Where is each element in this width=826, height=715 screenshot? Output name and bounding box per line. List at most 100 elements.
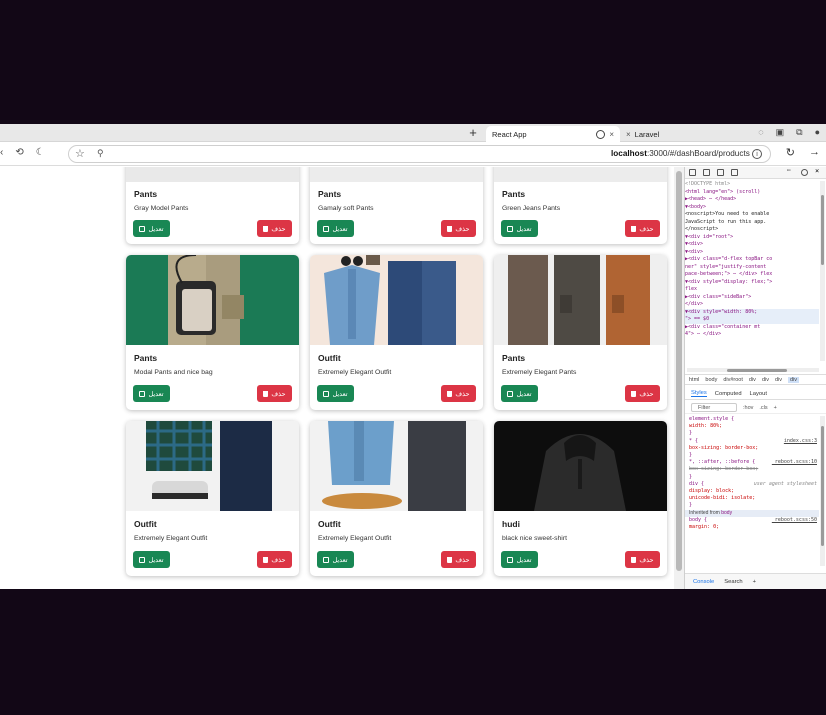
breadcrumb-item[interactable]: body [705,377,717,383]
style-rule-line[interactable]: display: block; [685,488,819,495]
breadcrumb-item[interactable]: div [749,377,756,383]
edit-button[interactable]: تعديل [133,220,170,237]
tab-layout[interactable]: Layout [750,391,767,397]
dom-node-line[interactable]: ▶<head> ⋯ </head> [685,196,819,204]
profile-icon[interactable]: ● [815,127,820,138]
breadcrumb-item[interactable]: html [689,377,699,383]
styles-scrollbar[interactable] [820,416,825,566]
style-rule-line[interactable]: unicode-bidi: isolate; [685,495,819,502]
edit-button[interactable]: تعديل [501,220,538,237]
delete-button[interactable]: حذف [625,551,660,568]
dom-scrollbar[interactable] [820,181,825,361]
delete-button[interactable]: حذف [625,385,660,402]
dom-node-line[interactable]: </div> [685,301,819,309]
style-rule-line[interactable]: } [685,474,819,481]
close-icon[interactable]: × [626,130,631,139]
dom-node-line[interactable]: 4"> ⋯ </div> [685,331,819,339]
dom-tree[interactable]: <!DOCTYPE html> <html lang="en"> (scroll)… [685,181,819,367]
tab-react-app[interactable]: React App × [486,126,620,142]
forward-icon[interactable]: → [809,146,820,159]
dom-node-line[interactable]: ▶<div class="sideBar"> [685,294,819,302]
delete-button[interactable]: حذف [441,551,476,568]
dom-node-line[interactable]: ner" style="justify-content [685,264,819,272]
copilot-icon[interactable]: ◌ [758,127,763,138]
browser-essentials-icon[interactable]: ☾ [36,147,45,158]
delete-button[interactable]: حذف [441,385,476,402]
edit-button[interactable]: تعديل [317,220,354,237]
drawer-tab-search[interactable]: Search [724,579,742,585]
dom-node-line[interactable]: ▼<div style="display: flex;"> [685,279,819,287]
drawer-tab-console[interactable]: Console [693,579,714,585]
scrollbar-thumb[interactable] [821,195,824,265]
dom-hscrollbar[interactable] [687,368,819,372]
back-icon[interactable]: ‹ [0,147,3,158]
dom-node-line[interactable]: <!DOCTYPE html> [685,181,819,189]
edit-button[interactable]: تعديل [501,385,538,402]
style-rule-line[interactable]: body {_reboot.scss:50 [685,517,819,524]
dom-node-line[interactable]: </noscript> [685,226,819,234]
info-icon[interactable]: i [752,149,762,159]
dom-node-line[interactable]: <noscript>You need to enable [685,211,819,219]
reading-icon[interactable]: ⟲ [15,147,23,158]
previous-tab-area[interactable] [0,126,484,142]
help-icon[interactable] [801,169,808,176]
style-rule-line[interactable]: width: 80%; [685,423,819,430]
dom-node-line[interactable]: ▶<div class="container mt [685,324,819,332]
style-rule-line[interactable]: margin: 0; [685,524,819,531]
page-scrollbar[interactable] [674,167,684,589]
more-icon[interactable]: ⋯ [787,167,794,174]
close-icon[interactable]: × [609,130,614,139]
edit-button[interactable]: تعديل [317,551,354,568]
dom-node-line[interactable]: ▼<div> [685,241,819,249]
breadcrumb-item[interactable]: div [788,376,800,383]
delete-button[interactable]: حذف [257,220,292,237]
delete-button[interactable]: حذف [441,220,476,237]
console-icon[interactable] [731,169,738,176]
hov-toggle[interactable]: :hov [743,405,753,411]
add-drawer-tab-button[interactable]: + [753,579,756,585]
style-rule-line[interactable]: box-sizing: border-box; [685,466,819,473]
tab-computed[interactable]: Computed [715,391,742,397]
filter-input[interactable]: Filter [691,403,737,412]
elements-icon[interactable] [717,169,724,176]
dom-node-line[interactable]: ▼<div id="root"> [685,234,819,242]
style-rule-line[interactable]: } [685,502,819,509]
style-rule-line[interactable]: *, ::after, ::before {_reboot.scss:10 [685,459,819,466]
cls-toggle[interactable]: .cls [759,405,767,411]
tab-laravel[interactable]: × Laravel [620,126,740,142]
breadcrumb-item[interactable]: div [762,377,769,383]
dom-node-line[interactable]: ▼<body> [685,204,819,212]
extensions-icon[interactable]: ⧉ [796,127,802,138]
style-rule-line[interactable]: } [685,430,819,437]
delete-button[interactable]: حذف [625,220,660,237]
device-toolbar-icon[interactable] [703,169,710,176]
dom-node-line[interactable]: JavaScript to run this app. [685,219,819,227]
dom-node-line[interactable]: ▶<div class="d-flex topBar co [685,256,819,264]
style-rule-line[interactable]: } [685,452,819,459]
close-icon[interactable]: × [815,167,822,175]
edit-button[interactable]: تعديل [501,551,538,568]
favorite-star-icon[interactable]: ☆ [75,147,85,160]
delete-button[interactable]: حذف [257,385,292,402]
dom-node-line[interactable]: pace-between;"> ⋯ </div> flex [685,271,819,279]
style-rule-line[interactable]: box-sizing: border-box; [685,445,819,452]
address-bar[interactable]: ☆ ⚲ localhost:3000/#/dashBoard/products … [68,145,771,163]
breadcrumb-item[interactable]: div#root [723,377,743,383]
edit-button[interactable]: تعديل [133,551,170,568]
scrollbar-thumb[interactable] [676,171,682,571]
edit-button[interactable]: تعديل [133,385,170,402]
delete-button[interactable]: حذف [257,551,292,568]
dom-node-line[interactable]: ▼<div> [685,249,819,257]
breadcrumb-item[interactable]: div [775,377,782,383]
dom-node-line[interactable]: <html lang="en"> (scroll) [685,189,819,197]
inspect-icon[interactable] [689,169,696,176]
scrollbar-thumb[interactable] [727,369,787,372]
tab-actions-icon[interactable]: ▣ [776,127,785,138]
dom-node-line[interactable]: flex [685,286,819,294]
dom-node-line[interactable]: ▼<div style="width: 80%; [685,308,819,316]
style-rule-line[interactable]: * {index.css:3 [685,438,819,445]
refresh-icon[interactable]: ↻ [786,146,795,159]
add-rule-button[interactable]: + [774,405,777,411]
url-text[interactable]: localhost:3000/#/dashBoard/products [611,149,750,158]
new-tab-button[interactable]: + [466,125,480,140]
